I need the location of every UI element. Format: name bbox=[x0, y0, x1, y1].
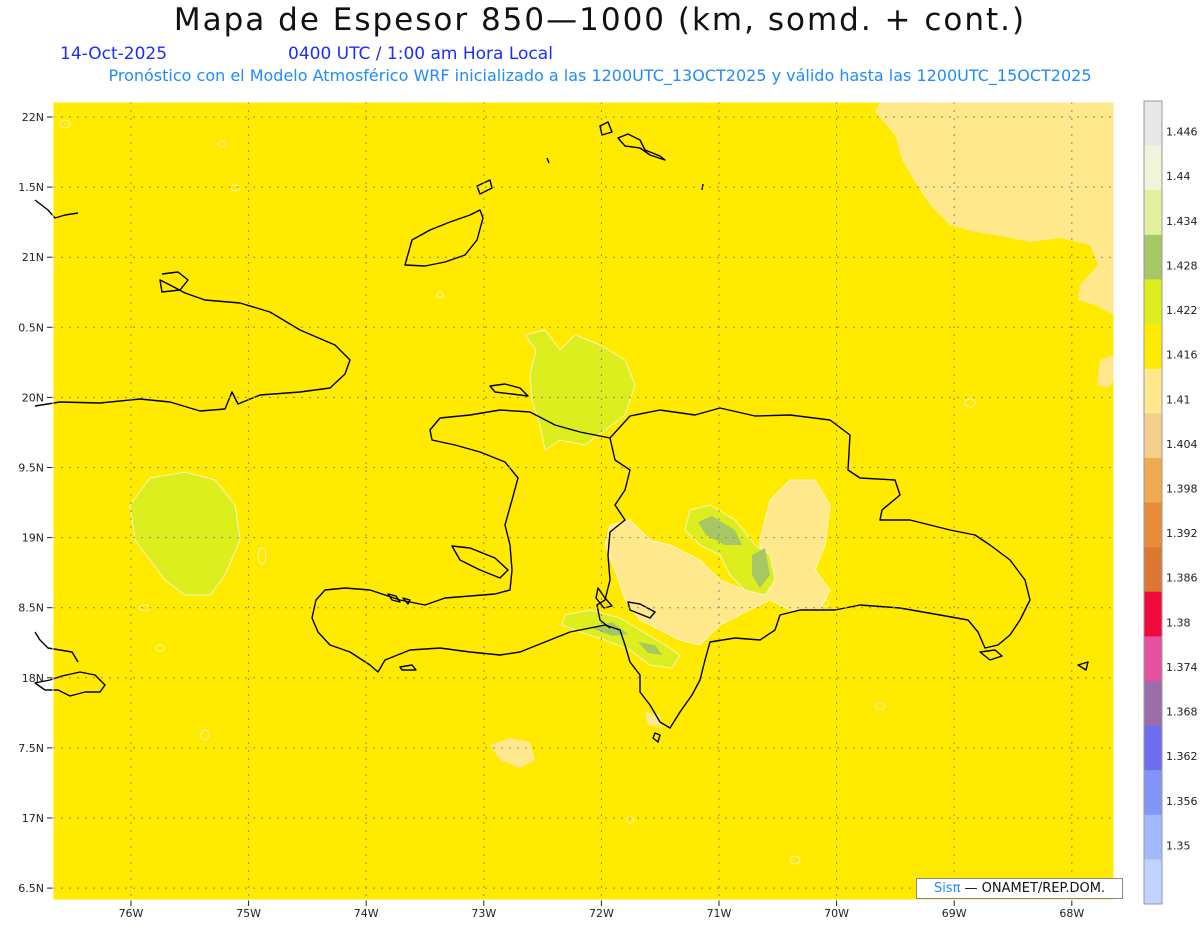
colorbar-swatch bbox=[1144, 725, 1162, 771]
colorbar-label: 1.428 bbox=[1166, 259, 1198, 272]
colorbar-swatch bbox=[1144, 591, 1162, 637]
lat-tick-label: 7.5N bbox=[18, 742, 44, 755]
thickness-map: 22N 1.5N 21N 0.5N 20N 9.5N 19N 8.5N 18N 7.5N 17N 6.… bbox=[18, 100, 1198, 920]
lon-tick-label: 72W bbox=[589, 907, 614, 920]
lon-tick-label: 69W bbox=[942, 907, 967, 920]
colorbar-label: 1.35 bbox=[1166, 839, 1191, 852]
colorbar: 1.446 1.44 1.434 1.428 1.422 1.416 1.41 1.404 1.… bbox=[1143, 100, 1198, 905]
colorbar-swatch bbox=[1144, 547, 1162, 593]
lon-tick-label: 71W bbox=[707, 907, 732, 920]
lat-tick-label: 20N bbox=[22, 391, 44, 404]
colorbar-label: 1.416 bbox=[1166, 349, 1198, 362]
lat-tick-label: 19N bbox=[22, 532, 44, 545]
lon-tick-label: 74W bbox=[354, 907, 379, 920]
lat-tick-label: 6.5N bbox=[18, 882, 44, 895]
lat-tick-label: 22N bbox=[22, 111, 44, 124]
colorbar-label: 1.398 bbox=[1166, 483, 1198, 496]
colorbar-label: 1.446 bbox=[1166, 126, 1198, 139]
lat-tick-label: 9.5N bbox=[18, 462, 44, 475]
colorbar-swatch bbox=[1144, 368, 1162, 414]
colorbar-swatch bbox=[1144, 680, 1162, 727]
longitude-axis: 76W 75W 74W 73W 72W 71W 70W 69W 68W bbox=[119, 900, 1084, 920]
lon-tick-label: 73W bbox=[471, 907, 496, 920]
credit-box: Sisπ — ONAMET/REP.DOM. bbox=[916, 878, 1123, 899]
colorbar-label: 1.392 bbox=[1166, 527, 1198, 540]
colorbar-swatch bbox=[1144, 413, 1162, 459]
colorbar-label: 1.374 bbox=[1166, 661, 1198, 674]
lat-tick-label: 1.5N bbox=[18, 181, 44, 194]
lon-tick-label: 76W bbox=[119, 907, 144, 920]
latitude-axis: 22N 1.5N 21N 0.5N 20N 9.5N 19N 8.5N 18N 7.5N 17N 6.… bbox=[18, 111, 53, 895]
colorbar-label: 1.386 bbox=[1166, 572, 1198, 585]
colorbar-swatch bbox=[1144, 457, 1162, 503]
colorbar-swatch bbox=[1144, 101, 1162, 147]
colorbar-swatch bbox=[1144, 145, 1162, 191]
colorbar-label: 1.422 bbox=[1166, 304, 1198, 317]
lat-tick-label: 8.5N bbox=[18, 602, 44, 615]
colorbar-label: 1.356 bbox=[1166, 795, 1198, 808]
colorbar-swatch bbox=[1144, 190, 1162, 236]
lat-tick-label: 0.5N bbox=[18, 321, 44, 334]
lon-tick-label: 68W bbox=[1059, 907, 1084, 920]
credit-brand: Sisπ bbox=[933, 881, 961, 896]
colorbar-label: 1.368 bbox=[1166, 706, 1198, 719]
colorbar-label: 1.44 bbox=[1166, 170, 1191, 183]
colorbar-swatch bbox=[1144, 502, 1162, 548]
lat-tick-label: 18N bbox=[22, 672, 44, 685]
colorbar-label: 1.38 bbox=[1166, 616, 1191, 629]
colorbar-swatch bbox=[1144, 814, 1162, 860]
lon-tick-label: 75W bbox=[236, 907, 261, 920]
colorbar-swatch bbox=[1144, 770, 1162, 816]
colorbar-swatch bbox=[1144, 279, 1162, 325]
credit-text: — ONAMET/REP.DOM. bbox=[960, 881, 1106, 896]
colorbar-swatch bbox=[1144, 324, 1162, 370]
colorbar-label: 1.41 bbox=[1166, 393, 1191, 406]
colorbar-label: 1.434 bbox=[1166, 215, 1198, 228]
colorbar-swatch bbox=[1144, 234, 1162, 280]
lat-tick-label: 21N bbox=[22, 251, 44, 264]
colorbar-swatch bbox=[1144, 636, 1162, 682]
colorbar-label: 1.362 bbox=[1166, 750, 1198, 763]
colorbar-swatch bbox=[1144, 859, 1162, 905]
lon-tick-label: 70W bbox=[824, 907, 849, 920]
colorbar-label: 1.404 bbox=[1166, 438, 1198, 451]
lat-tick-label: 17N bbox=[22, 812, 44, 825]
